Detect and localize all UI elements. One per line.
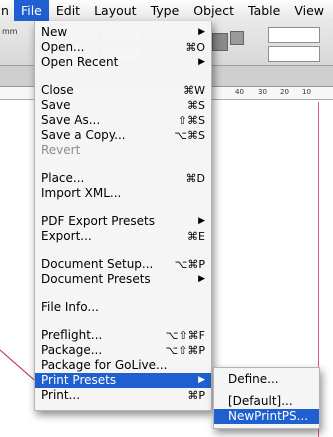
ruler-tick-label: 40 [235, 88, 244, 96]
menu-separator [35, 287, 211, 300]
menu-item-save[interactable]: Save ⌘S [35, 98, 211, 113]
menu-separator [35, 315, 211, 328]
submenu-arrow-icon: ▶ [198, 27, 205, 37]
menubar-item-edit[interactable]: Edit [49, 0, 87, 21]
menu-item-close[interactable]: Close ⌘W [35, 83, 211, 98]
menu-item-label: Export... [41, 229, 92, 243]
menubar-item-view[interactable]: View [287, 0, 331, 21]
menu-item-package[interactable]: Package... ⌥⇧⌘P [35, 343, 211, 358]
submenu-arrow-icon: ▶ [198, 274, 205, 284]
menu-item-label: PDF Export Presets [41, 214, 155, 228]
keyboard-shortcut: ⌥⌘S [174, 129, 205, 142]
menu-item-label: New [41, 25, 68, 39]
submenu-item-define[interactable]: Define... [214, 372, 319, 387]
menu-item-label: Save a Copy... [41, 128, 126, 142]
menu-item-label: Revert [41, 143, 81, 157]
keyboard-shortcut: ⌘O [185, 41, 205, 54]
unit-label: mm [2, 27, 18, 36]
file-menu-dropdown: New ▶ Open... ⌘O Open Recent ▶ Close ⌘W Save ⌘S Sa… [34, 21, 212, 411]
menu-item-document-presets[interactable]: Document Presets ▶ [35, 272, 211, 287]
menu-item-open-recent[interactable]: Open Recent ▶ [35, 55, 211, 70]
ruler-tick-label: 30 [258, 88, 267, 96]
keyboard-shortcut: ⌘P [187, 389, 205, 402]
menubar-item-file[interactable]: File [13, 0, 49, 21]
keyboard-shortcut: ⌥⇧⌘P [165, 344, 205, 357]
submenu-item-newprintps[interactable]: NewPrintPS... [214, 409, 319, 424]
menu-item-import-xml[interactable]: Import XML... [35, 186, 211, 201]
submenu-arrow-icon: ▶ [198, 216, 205, 226]
menubar-item-object[interactable]: Object [186, 0, 241, 21]
menu-item-preflight[interactable]: Preflight... ⌥⇧⌘F [35, 328, 211, 343]
menu-item-save-as[interactable]: Save As... ⇧⌘S [35, 113, 211, 128]
menu-item-label: Package... [41, 343, 103, 357]
keyboard-shortcut: ⌘S [187, 99, 205, 112]
keyboard-shortcut: ⌘W [183, 84, 205, 97]
menu-separator [35, 244, 211, 257]
menu-item-file-info[interactable]: File Info... [35, 300, 211, 315]
menu-item-print-presets[interactable]: Print Presets ▶ [35, 373, 211, 388]
shear-field[interactable] [268, 46, 320, 62]
menu-item-label: Save [41, 98, 71, 112]
menu-item-revert: Revert [35, 143, 211, 158]
menu-item-label: Document Setup... [41, 257, 154, 271]
submenu-arrow-icon: ▶ [198, 57, 205, 67]
rotate-field[interactable] [268, 27, 320, 43]
menu-item-label: Import XML... [41, 186, 122, 200]
menu-item-label: Save As... [41, 113, 101, 127]
keyboard-shortcut: ⌥⇧⌘F [165, 329, 205, 342]
menu-item-label: Close [41, 83, 74, 97]
submenu-arrow-icon: ▶ [198, 375, 205, 385]
menu-item-place[interactable]: Place... ⌘D [35, 171, 211, 186]
menu-item-label: Open... [41, 40, 85, 54]
menubar-item-table[interactable]: Table [241, 0, 287, 21]
menu-item-print[interactable]: Print... ⌘P [35, 388, 211, 403]
menu-item-document-setup[interactable]: Document Setup... ⌥⌘P [35, 257, 211, 272]
menu-item-export[interactable]: Export... ⌘E [35, 229, 211, 244]
menu-item-label: Document Presets [41, 272, 151, 286]
print-presets-submenu: Define... [Default]... NewPrintPS... [213, 367, 320, 429]
menu-separator [35, 70, 211, 83]
ruler-tick-label: 20 [280, 88, 289, 96]
menubar-item-type[interactable]: Type [144, 0, 187, 21]
keyboard-shortcut: ⌘E [187, 230, 205, 243]
menu-item-package-for-golive[interactable]: Package for GoLive... [35, 358, 211, 373]
submenu-item-default[interactable]: [Default]... [214, 394, 319, 409]
menu-item-label: Print... [41, 388, 81, 402]
menu-separator [35, 158, 211, 171]
keyboard-shortcut: ⇧⌘S [177, 114, 205, 127]
menu-separator [214, 387, 319, 394]
menubar-item-n[interactable]: n [0, 0, 14, 21]
reference-point-icon[interactable] [230, 31, 244, 45]
menubar-item-layout[interactable]: Layout [87, 0, 144, 21]
menu-item-pdf-export-presets[interactable]: PDF Export Presets ▶ [35, 214, 211, 229]
menu-item-open[interactable]: Open... ⌘O [35, 40, 211, 55]
menu-item-label: Print Presets [41, 373, 117, 387]
menu-item-label: Place... [41, 171, 85, 185]
menu-item-new[interactable]: New ▶ [35, 25, 211, 40]
constrain-proportions-icon[interactable] [212, 33, 228, 51]
keyboard-shortcut: ⌘D [185, 172, 205, 185]
menu-item-label: Preflight... [41, 328, 103, 342]
menu-separator [35, 201, 211, 214]
ruler-tick-label: 10 [302, 88, 311, 96]
keyboard-shortcut: ⌥⌘P [174, 258, 205, 271]
menu-item-label: Open Recent [41, 55, 119, 69]
menu-item-label: Package for GoLive... [41, 358, 168, 372]
menu-item-save-a-copy[interactable]: Save a Copy... ⌥⌘S [35, 128, 211, 143]
menu-bar: n File Edit Layout Type Object Table View [0, 0, 333, 22]
menu-item-label: File Info... [41, 300, 99, 314]
